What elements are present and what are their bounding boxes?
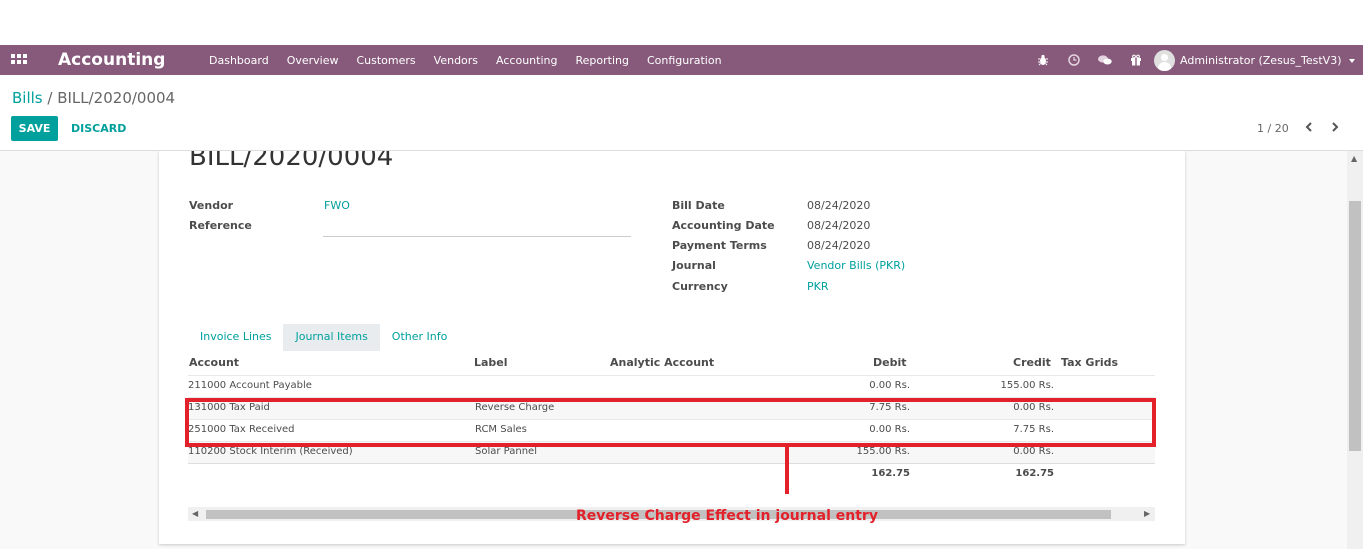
reference-field[interactable] (323, 219, 631, 237)
annotation-text: Reverse Charge Effect in journal entry (576, 508, 878, 524)
row-credit: 0.00 Rs. (1013, 446, 1054, 457)
total-credit: 162.75 (1015, 468, 1054, 479)
column-header-label[interactable]: Label (474, 356, 508, 369)
vertical-scroll-thumb[interactable] (1349, 201, 1361, 451)
row-account: 211000 Account Payable (188, 380, 312, 391)
journal-label: Journal (672, 259, 716, 272)
tab-journal-items[interactable]: Journal Items (283, 324, 380, 351)
payment-terms-label: Payment Terms (672, 239, 767, 252)
highlight-box (185, 398, 1156, 447)
column-header-account[interactable]: Account (189, 356, 239, 369)
table-row[interactable]: 211000 Account Payable 0.00 Rs. 155.00 R… (188, 375, 1155, 397)
column-header-credit[interactable]: Credit (1013, 356, 1051, 369)
totals-row: 162.75 162.75 (188, 463, 1155, 485)
control-panel-background (0, 0, 1363, 151)
bill-date-field[interactable]: 08/24/2020 (807, 199, 870, 212)
highlight-connector (785, 447, 789, 494)
bill-date-label: Bill Date (672, 199, 725, 212)
reference-label: Reference (189, 219, 252, 232)
currency-field[interactable]: PKR (807, 280, 829, 293)
tab-other-info[interactable]: Other Info (380, 324, 460, 351)
row-debit: 155.00 Rs. (856, 446, 910, 457)
notebook-tabs: Invoice Lines Journal Items Other Info (188, 324, 459, 351)
tab-invoice-lines[interactable]: Invoice Lines (188, 324, 283, 351)
currency-label: Currency (672, 280, 728, 293)
accounting-date-field[interactable]: 08/24/2020 (807, 219, 870, 232)
row-credit: 155.00 Rs. (1000, 380, 1054, 391)
column-header-debit[interactable]: Debit (873, 356, 907, 369)
column-header-tax-grids[interactable]: Tax Grids (1061, 356, 1118, 369)
column-header-analytic-account[interactable]: Analytic Account (610, 356, 714, 369)
accounting-date-label: Accounting Date (672, 219, 775, 232)
row-label: Solar Pannel (475, 446, 537, 457)
journal-field[interactable]: Vendor Bills (PKR) (807, 259, 905, 272)
title-clip (159, 140, 1185, 150)
scroll-up-icon[interactable]: ▲ (1351, 154, 1357, 163)
row-debit: 0.00 Rs. (869, 380, 910, 391)
vendor-label: Vendor (189, 199, 234, 212)
control-panel-border (0, 150, 1363, 151)
vertical-scrollbar[interactable]: ▲ (1347, 151, 1363, 549)
total-debit: 162.75 (871, 468, 910, 479)
scroll-right-icon[interactable]: ▶ (1144, 509, 1150, 518)
vendor-field[interactable]: FWO (324, 199, 350, 212)
scroll-left-icon[interactable]: ◀ (192, 509, 198, 518)
payment-terms-field[interactable]: 08/24/2020 (807, 239, 870, 252)
row-account: 110200 Stock Interim (Received) (188, 446, 353, 457)
